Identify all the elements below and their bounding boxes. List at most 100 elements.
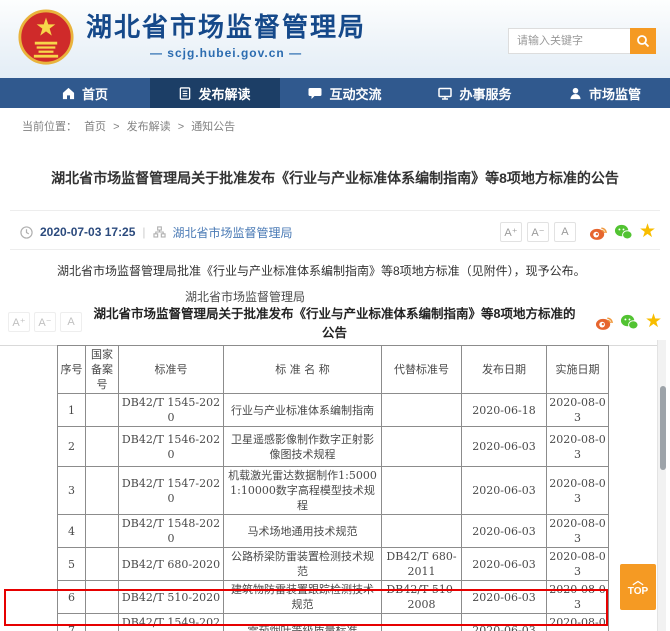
nav-label: 首页 bbox=[82, 84, 108, 103]
table-cell bbox=[86, 548, 119, 581]
table-row: 1 DB42/T 1545-2020行业与产业标准体系编制指南 2020-06-18… bbox=[58, 394, 609, 427]
highlight-annotation bbox=[4, 589, 608, 626]
nav-label: 互动交流 bbox=[329, 84, 381, 103]
table-cell: 2020-06-03 bbox=[462, 467, 547, 515]
table-cell: 2020-06-03 bbox=[462, 548, 547, 581]
table-cell: 2020-08-03 bbox=[547, 515, 609, 548]
breadcrumb-separator: > bbox=[113, 121, 119, 133]
table-cell: 行业与产业标准体系编制指南 bbox=[224, 394, 382, 427]
page: 湖北省市场监督管理局 — scjg.hubei.gov.cn — 首页 bbox=[0, 0, 670, 631]
table-header-cell: 实施日期 bbox=[547, 346, 609, 394]
table-cell: 机载激光雷达数据制作1:5000 1:10000数字高程模型技术规程 bbox=[224, 467, 382, 515]
table-header-cell: 国家备案号 bbox=[86, 346, 119, 394]
meta-right: A⁺ A⁻ A bbox=[500, 222, 656, 242]
divider bbox=[10, 210, 660, 211]
site-title: 湖北省市场监督管理局 bbox=[86, 13, 366, 43]
site-url: — scjg.hubei.gov.cn — bbox=[86, 46, 366, 60]
scrollbar-track[interactable] bbox=[657, 340, 666, 631]
breadcrumb-notices[interactable]: 通知公告 bbox=[191, 121, 235, 133]
share-icons: ★ bbox=[589, 223, 656, 241]
table-cell: 2020-08-03 bbox=[547, 427, 609, 467]
back-to-top-button[interactable]: ︿ TOP bbox=[620, 564, 656, 610]
search-input[interactable] bbox=[508, 28, 630, 54]
table-cell: 5 bbox=[58, 548, 86, 581]
table-row: 5DB42/T 680-2020公路桥梁防雷装置检测技术规范DB42/T 680… bbox=[58, 548, 609, 581]
table-cell: 3 bbox=[58, 467, 86, 515]
attachment-font-controls: A⁺ A⁻ A bbox=[8, 312, 82, 332]
nav-item-home[interactable]: 首页 bbox=[20, 78, 150, 108]
table-cell: DB42/T 1548-2020 bbox=[119, 515, 224, 548]
nav-item-supervision[interactable]: 市场监管 bbox=[540, 78, 670, 108]
qzone-share-icon[interactable]: ★ bbox=[645, 313, 662, 331]
main-nav: 首页 发布解读 互动交流 办事服务 市场监管 bbox=[0, 78, 670, 108]
table-cell: 4 bbox=[58, 515, 86, 548]
table-cell: 2020-08-03 bbox=[547, 467, 609, 515]
search-box bbox=[508, 28, 656, 54]
article-title: 湖北省市场监督管理局关于批准发布《行业与产业标准体系编制指南》等8项地方标准的公… bbox=[30, 168, 640, 188]
nav-item-services[interactable]: 办事服务 bbox=[410, 78, 540, 108]
table-cell: 1 bbox=[58, 394, 86, 427]
font-reset-button[interactable]: A bbox=[60, 312, 82, 332]
nav-item-interaction[interactable]: 互动交流 bbox=[280, 78, 410, 108]
nav-label: 办事服务 bbox=[459, 84, 511, 103]
breadcrumb-prefix: 当前位置： bbox=[22, 121, 77, 133]
qzone-share-icon[interactable]: ★ bbox=[639, 223, 656, 241]
breadcrumb-home[interactable]: 首页 bbox=[84, 121, 106, 133]
font-increase-button[interactable]: A⁺ bbox=[500, 222, 522, 242]
document-icon bbox=[179, 87, 191, 100]
nav-item-publications[interactable]: 发布解读 bbox=[150, 78, 280, 108]
source-link[interactable]: 湖北省市场监督管理局 bbox=[173, 224, 293, 241]
table-cell: 2020-06-03 bbox=[462, 515, 547, 548]
breadcrumb-separator: > bbox=[178, 121, 184, 133]
publish-date: 2020-07-03 17:25 bbox=[40, 225, 135, 239]
font-increase-button[interactable]: A⁺ bbox=[8, 312, 30, 332]
chat-bubble-icon bbox=[308, 87, 322, 100]
wechat-share-icon[interactable] bbox=[614, 223, 633, 241]
attachment-title: 湖北省市场监督管理局关于批准发布《行业与产业标准体系编制指南》等8项地方标准的公… bbox=[82, 303, 587, 341]
table-header-cell: 标准号 bbox=[119, 346, 224, 394]
table-cell bbox=[86, 427, 119, 467]
table-cell: DB42/T 680-2011 bbox=[382, 548, 462, 581]
table-header-cell: 标 准 名 称 bbox=[224, 346, 382, 394]
meta-left: 2020-07-03 17:25 | 湖北省市场监督管理局 bbox=[20, 224, 293, 241]
scrollbar-thumb[interactable] bbox=[660, 386, 666, 470]
table-header-row: 序号国家备案号标准号标 准 名 称代替标准号发布日期实施日期 bbox=[58, 346, 609, 394]
national-emblem-logo bbox=[18, 8, 74, 68]
divider bbox=[10, 249, 660, 250]
table-header-cell: 代替标准号 bbox=[382, 346, 462, 394]
weibo-share-icon[interactable] bbox=[595, 313, 614, 331]
table-cell bbox=[86, 394, 119, 427]
font-decrease-button[interactable]: A⁻ bbox=[527, 222, 549, 242]
table-header-cell: 发布日期 bbox=[462, 346, 547, 394]
chevron-up-icon: ︿ bbox=[633, 577, 644, 585]
weibo-share-icon[interactable] bbox=[589, 223, 608, 241]
table-cell: DB42/T 1547-2020 bbox=[119, 467, 224, 515]
breadcrumb: 当前位置： 首页 > 发布解读 > 通知公告 bbox=[22, 118, 239, 134]
meta-separator: | bbox=[142, 225, 145, 239]
table-cell bbox=[382, 394, 462, 427]
table-header-cell: 序号 bbox=[58, 346, 86, 394]
site-header: 湖北省市场监督管理局 — scjg.hubei.gov.cn — bbox=[0, 0, 670, 78]
attachment-toolbar: A⁺ A⁻ A 湖北省市场监督管理局关于批准发布《行业与产业标准体系编制指南》等… bbox=[8, 308, 662, 336]
wechat-share-icon[interactable] bbox=[620, 313, 639, 331]
table-cell: DB42/T 1545-2020 bbox=[119, 394, 224, 427]
table-cell: 2020-08-03 bbox=[547, 394, 609, 427]
table-cell: 2 bbox=[58, 427, 86, 467]
home-icon bbox=[62, 87, 75, 100]
table-cell: 2020-06-03 bbox=[462, 427, 547, 467]
table-cell bbox=[382, 427, 462, 467]
font-decrease-button[interactable]: A⁻ bbox=[34, 312, 56, 332]
person-icon bbox=[569, 87, 582, 100]
table-head: 序号国家备案号标准号标 准 名 称代替标准号发布日期实施日期 bbox=[58, 346, 609, 394]
table-cell bbox=[382, 467, 462, 515]
font-reset-button[interactable]: A bbox=[554, 222, 576, 242]
table-cell: 2020-08-03 bbox=[547, 548, 609, 581]
search-icon bbox=[636, 34, 650, 48]
table-cell: DB42/T 1546-2020 bbox=[119, 427, 224, 467]
breadcrumb-publications[interactable]: 发布解读 bbox=[127, 121, 171, 133]
nav-label: 发布解读 bbox=[198, 84, 250, 103]
brand: 湖北省市场监督管理局 — scjg.hubei.gov.cn — bbox=[86, 13, 366, 60]
article-meta: 2020-07-03 17:25 | 湖北省市场监督管理局 A⁺ A⁻ A bbox=[20, 219, 656, 245]
table-cell: 2020-06-18 bbox=[462, 394, 547, 427]
search-button[interactable] bbox=[630, 28, 656, 54]
